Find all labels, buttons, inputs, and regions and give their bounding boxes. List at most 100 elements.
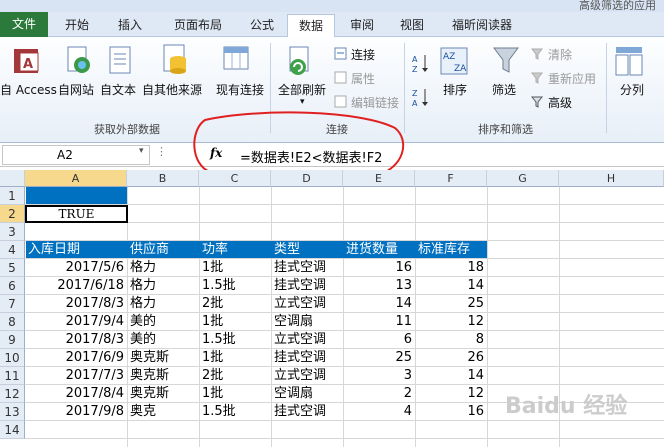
row-header-8[interactable]: 8 xyxy=(0,313,25,331)
cell-standard-stock[interactable]: 26 xyxy=(415,349,487,367)
cell-type[interactable]: 立式空调 xyxy=(271,331,343,349)
cell-quantity[interactable]: 2 xyxy=(343,385,415,403)
column-header-F[interactable]: F xyxy=(415,170,487,187)
tab-review[interactable]: 审阅 xyxy=(340,14,384,37)
column-header-D[interactable]: D xyxy=(271,170,343,187)
cell-type[interactable]: 空调扇 xyxy=(271,313,343,331)
tab-file[interactable]: 文件 xyxy=(0,12,48,37)
cell-A2-selected[interactable]: TRUE xyxy=(25,205,128,223)
cell-supplier[interactable]: 奥克斯 xyxy=(127,367,199,385)
cell-date[interactable]: 2017/8/3 xyxy=(25,331,127,349)
cell-power[interactable]: 1批 xyxy=(199,313,271,331)
cell-power[interactable]: 2批 xyxy=(199,295,271,313)
column-header-H[interactable]: H xyxy=(559,170,664,187)
column-header-A[interactable]: A xyxy=(25,170,127,187)
row-header-1[interactable]: 1 xyxy=(0,187,25,205)
cell-standard-stock[interactable]: 14 xyxy=(415,277,487,295)
cell-date[interactable]: 2017/9/4 xyxy=(25,313,127,331)
formula-input[interactable]: =数据表!E2<数据表!F2 xyxy=(240,147,382,166)
cell-date[interactable]: 2017/9/8 xyxy=(25,403,127,421)
cell-power[interactable]: 1批 xyxy=(199,259,271,277)
tab-data[interactable]: 数据 xyxy=(287,14,335,38)
row-header-11[interactable]: 11 xyxy=(0,367,25,385)
cell-supplier[interactable]: 格力 xyxy=(127,259,199,277)
header-cell-date[interactable]: 入库日期 xyxy=(25,241,127,259)
cell-date[interactable]: 2017/5/6 xyxy=(25,259,127,277)
cell-power[interactable]: 1.5批 xyxy=(199,403,271,421)
header-cell-supplier[interactable]: 供应商 xyxy=(127,241,199,259)
cell-quantity[interactable]: 11 xyxy=(343,313,415,331)
tab-page-layout[interactable]: 页面布局 xyxy=(162,14,234,37)
cell-supplier[interactable]: 奥克斯 xyxy=(127,349,199,367)
cell-standard-stock[interactable]: 12 xyxy=(415,385,487,403)
cell-standard-stock[interactable]: 16 xyxy=(415,403,487,421)
column-header-C[interactable]: C xyxy=(199,170,271,187)
row-header-4[interactable]: 4 xyxy=(0,241,25,259)
cell-type[interactable]: 挂式空调 xyxy=(271,259,343,277)
row-header-12[interactable]: 12 xyxy=(0,385,25,403)
insert-function-icon[interactable]: fx xyxy=(210,146,222,160)
header-cell-power[interactable]: 功率 xyxy=(199,241,271,259)
refresh-dropdown-icon[interactable]: ▾ xyxy=(300,97,305,107)
cell-power[interactable]: 2批 xyxy=(199,367,271,385)
row-header-13[interactable]: 13 xyxy=(0,403,25,421)
header-cell-type[interactable]: 类型 xyxy=(271,241,343,259)
select-all-corner[interactable] xyxy=(0,170,25,187)
cell-quantity[interactable]: 25 xyxy=(343,349,415,367)
header-cell-quantity[interactable]: 进货数量 xyxy=(343,241,415,259)
cell-standard-stock[interactable]: 18 xyxy=(415,259,487,277)
cell-date[interactable]: 2017/6/9 xyxy=(25,349,127,367)
cell-date[interactable]: 2017/7/3 xyxy=(25,367,127,385)
cell-type[interactable]: 挂式空调 xyxy=(271,349,343,367)
cell-power[interactable]: 1.5批 xyxy=(199,277,271,295)
formula-bar-dots-icon[interactable]: ⋮ xyxy=(156,145,167,158)
cell-type[interactable]: 挂式空调 xyxy=(271,403,343,421)
tab-insert[interactable]: 插入 xyxy=(108,14,152,37)
cell-supplier[interactable]: 奥克斯 xyxy=(127,385,199,403)
cell-supplier[interactable]: 格力 xyxy=(127,295,199,313)
tab-formulas[interactable]: 公式 xyxy=(240,14,284,37)
cell-type[interactable]: 立式空调 xyxy=(271,295,343,313)
cell-supplier[interactable]: 美的 xyxy=(127,313,199,331)
row-header-7[interactable]: 7 xyxy=(0,295,25,313)
row-header-10[interactable]: 10 xyxy=(0,349,25,367)
cell-quantity[interactable]: 14 xyxy=(343,295,415,313)
tab-home[interactable]: 开始 xyxy=(55,14,99,37)
cell-supplier[interactable]: 格力 xyxy=(127,277,199,295)
row-header-6[interactable]: 6 xyxy=(0,277,25,295)
cell-type[interactable]: 挂式空调 xyxy=(271,277,343,295)
cell-quantity[interactable]: 4 xyxy=(343,403,415,421)
cell-A1[interactable] xyxy=(26,187,127,204)
cell-standard-stock[interactable]: 25 xyxy=(415,295,487,313)
cell-standard-stock[interactable]: 14 xyxy=(415,367,487,385)
cell-quantity[interactable]: 16 xyxy=(343,259,415,277)
cell-power[interactable]: 1批 xyxy=(199,349,271,367)
column-header-G[interactable]: G xyxy=(487,170,559,187)
cell-standard-stock[interactable]: 8 xyxy=(415,331,487,349)
tab-view[interactable]: 视图 xyxy=(390,14,434,37)
cell-date[interactable]: 2017/8/4 xyxy=(25,385,127,403)
cell-quantity[interactable]: 13 xyxy=(343,277,415,295)
name-box[interactable]: A2 xyxy=(2,145,150,165)
cell-date[interactable]: 2017/8/3 xyxy=(25,295,127,313)
cell-supplier[interactable]: 美的 xyxy=(127,331,199,349)
cell-power[interactable]: 1.5批 xyxy=(199,331,271,349)
name-box-dropdown-icon[interactable]: ▾ xyxy=(139,146,144,156)
tab-foxit-reader[interactable]: 福昕阅读器 xyxy=(440,14,524,37)
cell-date[interactable]: 2017/6/18 xyxy=(25,277,127,295)
cell-type[interactable]: 空调扇 xyxy=(271,385,343,403)
cell-quantity[interactable]: 3 xyxy=(343,367,415,385)
cell-quantity[interactable]: 6 xyxy=(343,331,415,349)
cell-standard-stock[interactable]: 12 xyxy=(415,313,487,331)
cell-supplier[interactable]: 奥克 xyxy=(127,403,199,421)
cell-power[interactable]: 1批 xyxy=(199,385,271,403)
row-header-9[interactable]: 9 xyxy=(0,331,25,349)
row-header-14[interactable]: 14 xyxy=(0,421,25,439)
row-header-2[interactable]: 2 xyxy=(0,205,25,223)
column-header-B[interactable]: B xyxy=(127,170,199,187)
column-header-E[interactable]: E xyxy=(343,170,415,187)
header-cell-standard-stock[interactable]: 标准库存 xyxy=(415,241,487,259)
row-header-3[interactable]: 3 xyxy=(0,223,25,241)
cell-type[interactable]: 立式空调 xyxy=(271,367,343,385)
row-header-5[interactable]: 5 xyxy=(0,259,25,277)
